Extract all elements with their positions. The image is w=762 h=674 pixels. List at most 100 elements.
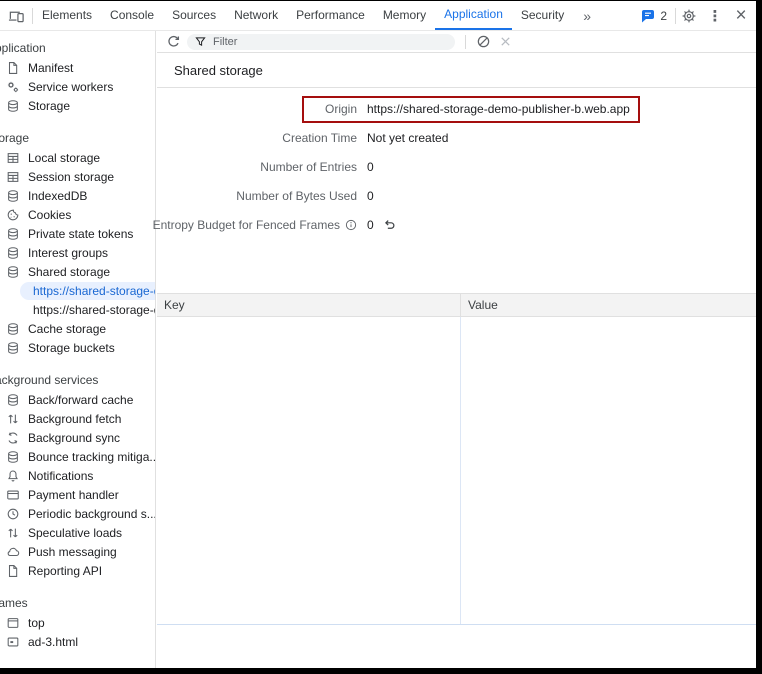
- iframe-icon: [5, 634, 21, 650]
- tabbar-right-icons: 2 ⋮ ×: [633, 3, 756, 29]
- devtools-tabbar: Elements Console Sources Network Perform…: [0, 1, 756, 31]
- sidebar-item-cookies[interactable]: Cookies: [0, 205, 155, 224]
- metadata-report: Origin https://shared-storage-demo-publi…: [157, 94, 756, 239]
- database-icon: [5, 264, 21, 280]
- close-devtools-button[interactable]: ×: [728, 3, 754, 29]
- issues-badge[interactable]: 2: [633, 9, 675, 23]
- sidebar-item-storage-buckets[interactable]: Storage buckets: [0, 338, 155, 357]
- sidebar-item-frame-ad3[interactable]: ad-3.html: [0, 632, 155, 651]
- kebab-menu-icon: ⋮: [708, 7, 723, 25]
- database-icon: [5, 321, 21, 337]
- sidebar-item-background-fetch[interactable]: Background fetch: [0, 409, 155, 428]
- arrows-up-down-icon: [5, 525, 21, 541]
- delete-selected-button[interactable]: [494, 31, 516, 53]
- filter-field[interactable]: [187, 34, 455, 50]
- device-toolbar-icon: [8, 9, 25, 23]
- grid-header: Key Value: [157, 293, 756, 317]
- tab-memory[interactable]: Memory: [374, 1, 435, 30]
- filter-funnel-icon: [195, 36, 206, 47]
- reset-budget-icon[interactable]: [383, 218, 397, 232]
- sidebar-item-shared-storage-origin[interactable]: https://shared-storage-d...: [0, 300, 155, 319]
- arrows-up-down-icon: [5, 411, 21, 427]
- devtools-window: Elements Console Sources Network Perform…: [0, 0, 762, 674]
- filter-input[interactable]: [211, 35, 447, 49]
- report-value: https://shared-storage-demo-publisher-b.…: [367, 102, 630, 116]
- sidebar-item-private-state-tokens[interactable]: Private state tokens: [0, 224, 155, 243]
- report-value: 0: [367, 160, 374, 174]
- sidebar-item-notifications[interactable]: Notifications: [0, 466, 155, 485]
- tab-elements[interactable]: Elements: [33, 1, 101, 30]
- table-icon: [5, 169, 21, 185]
- grid-body[interactable]: [157, 317, 756, 625]
- shared-storage-toolbar: [157, 31, 756, 53]
- sidebar-item-label: ad-3.html: [28, 635, 78, 649]
- database-icon: [5, 188, 21, 204]
- shared-storage-heading-bar: Shared storage: [157, 54, 756, 88]
- settings-button[interactable]: [676, 3, 702, 29]
- sidebar-item-shared-storage[interactable]: Shared storage: [0, 262, 155, 281]
- report-label: Creation Time: [157, 131, 357, 145]
- sidebar-item-label: Background sync: [28, 431, 120, 445]
- sidebar-item-service-workers[interactable]: Service workers: [0, 77, 155, 96]
- database-icon: [5, 245, 21, 261]
- sidebar-item-label: Notifications: [28, 469, 93, 483]
- tab-application[interactable]: Application: [435, 1, 512, 30]
- clear-all-button[interactable]: [472, 31, 494, 53]
- tab-network[interactable]: Network: [225, 1, 287, 30]
- database-icon: [5, 449, 21, 465]
- sidebar-item-storage[interactable]: Storage: [0, 96, 155, 115]
- section-header-application: Application: [0, 39, 155, 58]
- table-icon: [5, 150, 21, 166]
- section-header-storage: Storage: [0, 129, 155, 148]
- report-value: 0: [367, 218, 374, 232]
- sidebar-item-manifest[interactable]: Manifest: [0, 58, 155, 77]
- sidebar-item-label: Reporting API: [28, 564, 102, 578]
- menu-button[interactable]: ⋮: [702, 3, 728, 29]
- report-label: Origin: [157, 102, 357, 116]
- close-icon: ×: [735, 6, 746, 25]
- report-row-number-of-bytes-used: Number of Bytes Used 0: [157, 181, 756, 210]
- bell-icon: [5, 468, 21, 484]
- grid-header-key[interactable]: Key: [157, 294, 461, 316]
- sidebar-item-periodic-background-sync[interactable]: Periodic background s...: [0, 504, 155, 523]
- sidebar-item-label: top: [28, 616, 45, 630]
- sidebar-item-background-sync[interactable]: Background sync: [0, 428, 155, 447]
- sidebar-item-cache-storage[interactable]: Cache storage: [0, 319, 155, 338]
- report-row-number-of-entries: Number of Entries 0: [157, 152, 756, 181]
- sidebar-item-shared-storage-origin-selected[interactable]: https://shared-storage-d...: [0, 281, 155, 300]
- sidebar-item-payment-handler[interactable]: Payment handler: [0, 485, 155, 504]
- report-label: Entropy Budget for Fenced Frames: [153, 218, 340, 232]
- report-row-origin: Origin https://shared-storage-demo-publi…: [157, 94, 756, 123]
- info-icon[interactable]: [345, 218, 357, 231]
- sidebar-item-local-storage[interactable]: Local storage: [0, 148, 155, 167]
- document-icon: [5, 60, 21, 76]
- devtools-screen: Elements Console Sources Network Perform…: [0, 1, 756, 668]
- document-icon: [5, 563, 21, 579]
- entries-data-grid: Key Value: [157, 293, 756, 625]
- report-label: Number of Entries: [157, 160, 357, 174]
- tab-sources[interactable]: Sources: [163, 1, 225, 30]
- sidebar-item-push-messaging[interactable]: Push messaging: [0, 542, 155, 561]
- sidebar-item-frame-top[interactable]: top: [0, 613, 155, 632]
- sidebar-item-reporting-api[interactable]: Reporting API: [0, 561, 155, 580]
- section-header-frames: Frames: [0, 594, 155, 613]
- refresh-button[interactable]: [163, 32, 183, 52]
- more-tabs-button[interactable]: »: [573, 8, 601, 24]
- sidebar-item-speculative-loads[interactable]: Speculative loads: [0, 523, 155, 542]
- tab-console[interactable]: Console: [101, 1, 163, 30]
- credit-card-icon: [5, 487, 21, 503]
- service-worker-icon: [5, 79, 21, 95]
- sidebar-item-label: Push messaging: [28, 545, 117, 559]
- sidebar-item-bounce-tracking-mitigations[interactable]: Bounce tracking mitiga...: [0, 447, 155, 466]
- sidebar-item-indexeddb[interactable]: IndexedDB: [0, 186, 155, 205]
- report-row-creation-time: Creation Time Not yet created: [157, 123, 756, 152]
- application-panel-sidebar: Application Manifest Service workers: [0, 31, 156, 668]
- sidebar-item-label: Manifest: [28, 61, 73, 75]
- sidebar-item-interest-groups[interactable]: Interest groups: [0, 243, 155, 262]
- sidebar-item-back-forward-cache[interactable]: Back/forward cache: [0, 390, 155, 409]
- tab-security[interactable]: Security: [512, 1, 573, 30]
- tab-performance[interactable]: Performance: [287, 1, 374, 30]
- grid-header-value[interactable]: Value: [461, 294, 505, 316]
- toggle-device-toolbar-button[interactable]: [0, 1, 32, 30]
- sidebar-item-session-storage[interactable]: Session storage: [0, 167, 155, 186]
